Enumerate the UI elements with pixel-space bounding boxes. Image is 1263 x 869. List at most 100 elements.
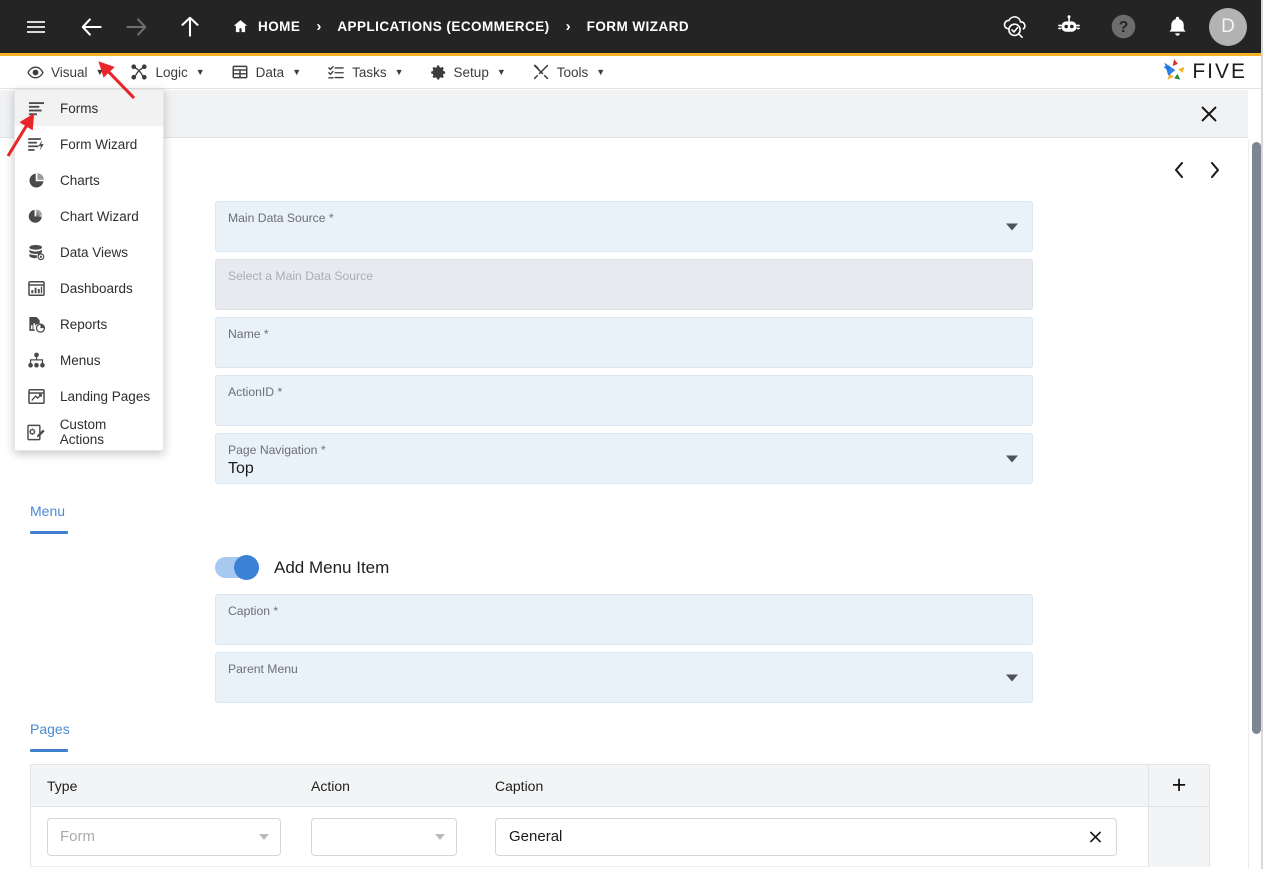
tab-menu-label: Menu: [30, 503, 66, 519]
field-actionid[interactable]: ActionID *: [215, 375, 1033, 426]
bell-icon[interactable]: [1155, 5, 1199, 49]
wizard-main-fields: Main Data Source * Select a Main Data So…: [215, 201, 1033, 496]
pages-table: Type Action Caption + Form General: [30, 764, 1210, 867]
topbar-actions: ? D: [993, 5, 1263, 49]
visual-dropdown-menu: Forms Form Wizard Charts Chart Wizard Da…: [14, 89, 164, 451]
landing-page-icon: [26, 386, 46, 406]
arrow-up-icon[interactable]: [168, 5, 212, 49]
add-menu-item-toggle[interactable]: [215, 555, 259, 580]
close-icon[interactable]: [1196, 101, 1222, 127]
close-icon[interactable]: [1087, 828, 1104, 845]
menu-setup-label: Setup: [453, 64, 489, 80]
field-label: ActionID *: [228, 385, 283, 399]
application-menu-bar: Visual ▼ Logic ▼ Data ▼ Tasks ▼ Setup ▼ …: [0, 56, 1263, 89]
five-brand-logo: FIVE: [1160, 56, 1263, 89]
dropdown-item-label: Landing Pages: [60, 388, 151, 404]
field-label: Page Navigation *: [228, 443, 326, 457]
add-row-button[interactable]: +: [1148, 765, 1209, 806]
dropdown-item-landing-pages[interactable]: Landing Pages: [15, 378, 163, 414]
breadcrumb-label-home: HOME: [258, 19, 301, 34]
dropdown-item-charts[interactable]: Charts: [15, 162, 163, 198]
report-icon: [26, 314, 46, 334]
field-label: Select a Main Data Source: [228, 269, 373, 283]
wizard-pager: [1170, 159, 1224, 181]
column-header-caption: Caption: [495, 777, 544, 794]
field-parent-menu[interactable]: Parent Menu: [215, 652, 1033, 703]
breadcrumb-item-home[interactable]: HOME: [228, 18, 304, 35]
field-value: Top: [228, 460, 254, 477]
arrow-left-icon[interactable]: [70, 5, 114, 49]
dropdown-item-reports[interactable]: Reports: [15, 306, 163, 342]
breadcrumb-item-form-wizard[interactable]: FORM WIZARD: [583, 19, 693, 34]
menu-section-fields: Caption * Parent Menu: [215, 594, 1033, 710]
hamburger-icon[interactable]: [14, 5, 58, 49]
row-caption-value: General: [509, 828, 563, 845]
dropdown-item-custom-actions[interactable]: Custom Actions: [15, 414, 163, 450]
dropdown-item-chart-wizard[interactable]: Chart Wizard: [15, 198, 163, 234]
tab-pages[interactable]: Pages: [30, 720, 70, 752]
row-action-select[interactable]: [311, 817, 457, 856]
chevron-down-icon: ▼: [596, 67, 606, 77]
dropdown-item-label: Forms: [60, 100, 99, 116]
breadcrumb-separator: ›: [316, 18, 322, 35]
dropdown-item-forms[interactable]: Forms: [15, 90, 163, 126]
menu-tasks-label: Tasks: [352, 64, 387, 80]
chevron-down-icon[interactable]: [1006, 455, 1018, 462]
table-row: Form General: [31, 806, 1209, 867]
app-root: HOME › APPLICATIONS (ECOMMERCE) › FORM W…: [0, 0, 1263, 869]
menu-data[interactable]: Data ▼: [218, 56, 314, 89]
menu-logic[interactable]: Logic ▼: [117, 56, 217, 89]
field-caption[interactable]: Caption *: [215, 594, 1033, 645]
field-label: Main Data Source *: [228, 211, 334, 225]
menu-setup[interactable]: Setup ▼: [417, 56, 519, 89]
chevron-down-icon: ▼: [394, 67, 404, 77]
tab-menu[interactable]: Menu: [30, 502, 68, 534]
add-menu-item-toggle-row[interactable]: Add Menu Item: [215, 555, 389, 580]
dropdown-item-label: Dashboards: [60, 280, 133, 296]
menu-data-label: Data: [255, 64, 285, 80]
row-type-cell: Form: [31, 817, 295, 856]
menu-visual-label: Visual: [51, 64, 88, 80]
svg-text:?: ?: [1118, 19, 1128, 36]
row-caption-input[interactable]: General: [495, 817, 1117, 856]
cloud-check-icon[interactable]: [993, 5, 1037, 49]
robot-icon[interactable]: [1047, 5, 1091, 49]
dropdown-item-label: Chart Wizard: [60, 208, 139, 224]
field-name[interactable]: Name *: [215, 317, 1033, 368]
breadcrumb-separator-2: ›: [565, 18, 571, 35]
tools-icon: [532, 63, 550, 81]
tab-pages-label: Pages: [30, 721, 70, 737]
sheet-header-bar: [0, 90, 1248, 138]
help-icon[interactable]: ?: [1101, 5, 1145, 49]
avatar[interactable]: D: [1209, 7, 1247, 46]
dashboard-icon: [26, 278, 46, 298]
dropdown-item-label: Form Wizard: [60, 136, 138, 152]
five-brand-text: FIVE: [1192, 60, 1247, 83]
chevron-down-icon: ▼: [292, 67, 302, 77]
chevron-down-icon[interactable]: [1006, 223, 1018, 230]
dropdown-item-dashboards[interactable]: Dashboards: [15, 270, 163, 306]
menu-visual[interactable]: Visual ▼: [14, 56, 117, 89]
arrow-right-icon[interactable]: [114, 5, 158, 49]
field-page-navigation[interactable]: Page Navigation * Top: [215, 433, 1033, 484]
field-main-data-source[interactable]: Main Data Source *: [215, 201, 1033, 252]
dropdown-item-data-views[interactable]: Data Views: [15, 234, 163, 270]
breadcrumb-label-applications: APPLICATIONS (ECOMMERCE): [337, 19, 550, 34]
menu-tools[interactable]: Tools ▼: [519, 56, 618, 89]
menu-tasks[interactable]: Tasks ▼: [314, 56, 416, 89]
form-lines-icon: [26, 98, 46, 118]
field-select-a-main-data-source: Select a Main Data Source: [215, 259, 1033, 310]
column-header-action: Action: [311, 777, 350, 794]
field-label: Parent Menu: [228, 662, 298, 676]
chevron-left-icon[interactable]: [1170, 159, 1188, 181]
dropdown-item-menus[interactable]: Menus: [15, 342, 163, 378]
dropdown-item-form-wizard[interactable]: Form Wizard: [15, 126, 163, 162]
chevron-down-icon[interactable]: [1006, 674, 1018, 681]
chevron-right-icon[interactable]: [1206, 159, 1224, 181]
scrollbar-thumb[interactable]: [1252, 142, 1261, 734]
row-type-select[interactable]: Form: [47, 817, 281, 856]
breadcrumb-item-applications[interactable]: APPLICATIONS (ECOMMERCE): [333, 19, 553, 34]
row-caption-cell: General: [479, 817, 1148, 856]
tab-active-underline: [30, 749, 68, 752]
dropdown-item-label: Charts: [60, 172, 100, 188]
